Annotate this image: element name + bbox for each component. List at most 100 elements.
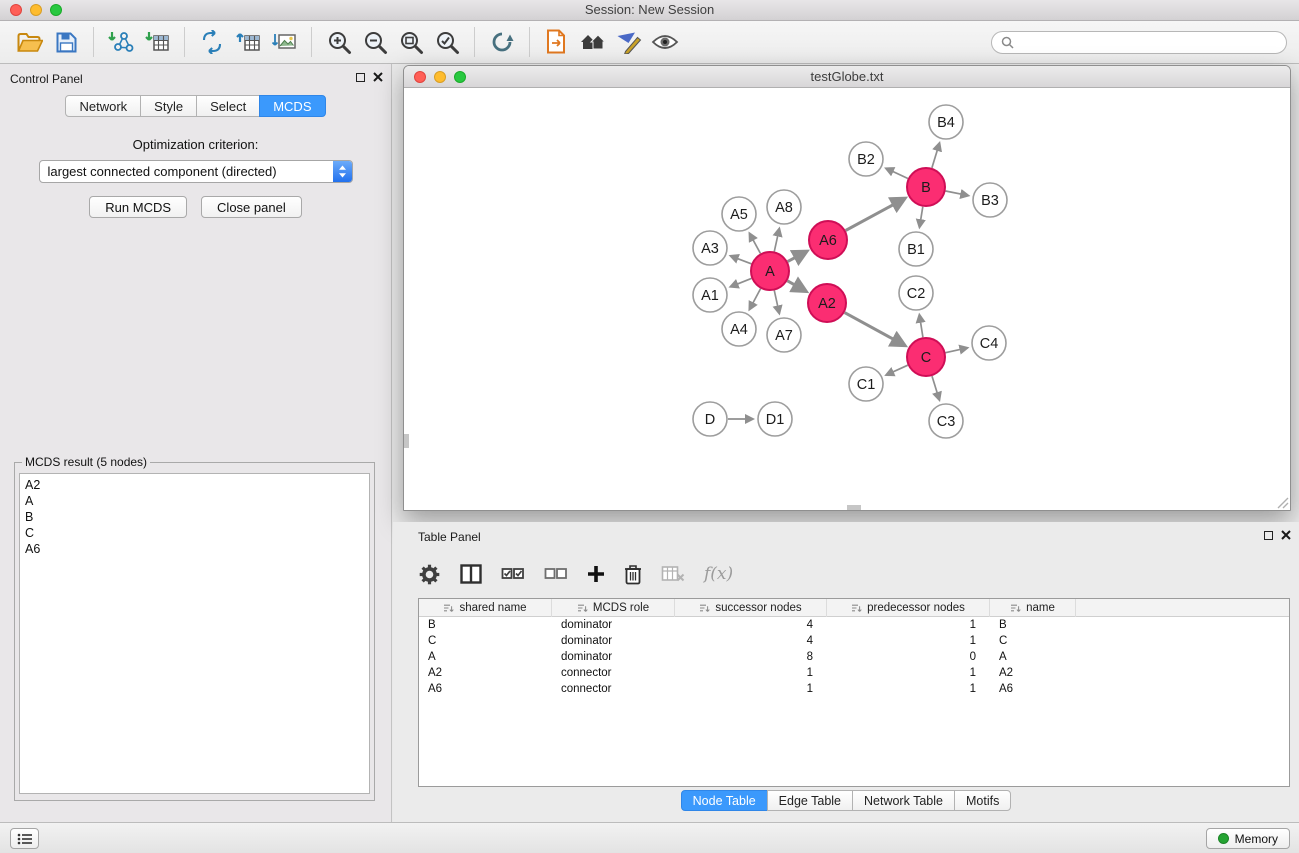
save-session-button[interactable] bbox=[48, 25, 84, 59]
graph-edge-A2-C[interactable] bbox=[845, 313, 905, 346]
graph-node-D1[interactable]: D1 bbox=[758, 402, 792, 436]
table-cell[interactable]: 1 bbox=[827, 633, 990, 649]
float-panel-icon[interactable] bbox=[356, 73, 365, 82]
table-cell[interactable]: C bbox=[419, 633, 552, 649]
graph-node-B3[interactable]: B3 bbox=[973, 183, 1007, 217]
mcds-result-list[interactable]: A2ABCA6 bbox=[19, 473, 370, 794]
table-cell[interactable]: 1 bbox=[827, 681, 990, 697]
table-cell[interactable]: 4 bbox=[675, 617, 827, 633]
graph-node-C1[interactable]: C1 bbox=[849, 367, 883, 401]
tab-mcds[interactable]: MCDS bbox=[259, 95, 325, 117]
table-cell[interactable]: connector bbox=[552, 681, 675, 697]
horizontal-scrollbar-stub[interactable] bbox=[847, 505, 861, 510]
import-network-button[interactable] bbox=[103, 25, 139, 59]
table-cell[interactable]: 1 bbox=[675, 665, 827, 681]
graph-node-C[interactable]: C bbox=[907, 338, 945, 376]
table-row[interactable]: Adominator80A bbox=[419, 649, 1289, 665]
vertical-scrollbar-stub[interactable] bbox=[404, 434, 409, 448]
graph-node-B2[interactable]: B2 bbox=[849, 142, 883, 176]
graph-node-C4[interactable]: C4 bbox=[972, 326, 1006, 360]
function-builder-button[interactable]: f(x) bbox=[704, 559, 733, 589]
graph-edge-A-A8[interactable] bbox=[774, 229, 779, 252]
graph-node-A5[interactable]: A5 bbox=[722, 197, 756, 231]
table-cell[interactable]: B bbox=[990, 617, 1076, 633]
mcds-result-item[interactable]: B bbox=[25, 509, 364, 525]
add-column-button[interactable] bbox=[587, 559, 605, 589]
tab-select[interactable]: Select bbox=[196, 95, 260, 117]
mcds-result-item[interactable]: A bbox=[25, 493, 364, 509]
graph-edge-C-C1[interactable] bbox=[886, 365, 908, 375]
zoom-window-button[interactable] bbox=[50, 4, 62, 16]
close-panel-icon[interactable] bbox=[373, 72, 383, 82]
graph-edge-B-B1[interactable] bbox=[920, 207, 923, 228]
network-window-titlebar[interactable]: testGlobe.txt bbox=[404, 66, 1290, 88]
tab-network-table[interactable]: Network Table bbox=[852, 790, 955, 811]
column-header-mcds-role[interactable]: MCDS role bbox=[552, 599, 675, 617]
close-panel-icon[interactable] bbox=[1281, 530, 1291, 540]
graph-edge-A6-B[interactable] bbox=[846, 198, 905, 230]
table-cell[interactable]: 8 bbox=[675, 649, 827, 665]
column-header-shared-name[interactable]: shared name bbox=[419, 599, 552, 617]
table-cell[interactable]: 0 bbox=[827, 649, 990, 665]
table-cell[interactable]: 1 bbox=[827, 617, 990, 633]
mcds-result-item[interactable]: A2 bbox=[25, 477, 364, 493]
float-panel-icon[interactable] bbox=[1264, 531, 1273, 540]
graph-node-B4[interactable]: B4 bbox=[929, 105, 963, 139]
table-row[interactable]: A2connector11A2 bbox=[419, 665, 1289, 681]
graph-edge-A-A3[interactable] bbox=[731, 256, 752, 264]
graph-edge-C-C4[interactable] bbox=[946, 348, 968, 353]
close-panel-button[interactable]: Close panel bbox=[201, 196, 302, 218]
mcds-result-item[interactable]: A6 bbox=[25, 541, 364, 557]
export-image-button[interactable] bbox=[266, 25, 302, 59]
delete-table-button[interactable] bbox=[661, 559, 685, 589]
table-cell[interactable]: 4 bbox=[675, 633, 827, 649]
table-cell[interactable]: dominator bbox=[552, 649, 675, 665]
table-cell[interactable]: A6 bbox=[419, 681, 552, 697]
close-window-button[interactable] bbox=[10, 4, 22, 16]
graph-edge-A-A6[interactable] bbox=[788, 251, 807, 261]
table-row[interactable]: Bdominator41B bbox=[419, 617, 1289, 633]
graph-edge-A-A7[interactable] bbox=[774, 291, 779, 314]
network-minimize-button[interactable] bbox=[434, 71, 446, 83]
network-zoom-button[interactable] bbox=[454, 71, 466, 83]
memory-button[interactable]: Memory bbox=[1206, 828, 1290, 849]
refresh-view-button[interactable] bbox=[484, 25, 520, 59]
show-hide-panels-button[interactable] bbox=[647, 25, 683, 59]
graph-edge-A-A4[interactable] bbox=[749, 289, 760, 310]
export-table-button[interactable] bbox=[230, 25, 266, 59]
task-history-button[interactable] bbox=[10, 828, 39, 849]
zoom-in-button[interactable] bbox=[321, 25, 357, 59]
graph-node-A6[interactable]: A6 bbox=[809, 221, 847, 259]
graph-edge-A-A2[interactable] bbox=[787, 281, 806, 292]
graph-node-D[interactable]: D bbox=[693, 402, 727, 436]
column-header-successor-nodes[interactable]: successor nodes bbox=[675, 599, 827, 617]
graph-edge-B-B3[interactable] bbox=[946, 191, 969, 196]
table-cell[interactable]: 1 bbox=[827, 665, 990, 681]
graph-edge-B-B2[interactable] bbox=[886, 168, 908, 178]
graph-node-C3[interactable]: C3 bbox=[929, 404, 963, 438]
table-row[interactable]: Cdominator41C bbox=[419, 633, 1289, 649]
table-settings-button[interactable] bbox=[418, 559, 441, 589]
graph-node-B1[interactable]: B1 bbox=[899, 232, 933, 266]
zoom-fit-button[interactable] bbox=[393, 25, 429, 59]
graph-node-A[interactable]: A bbox=[751, 252, 789, 290]
table-row[interactable]: A6connector11A6 bbox=[419, 681, 1289, 697]
tab-network[interactable]: Network bbox=[65, 95, 141, 117]
criterion-dropdown[interactable]: largest connected component (directed) bbox=[39, 160, 353, 183]
resize-grip-icon[interactable] bbox=[1277, 497, 1289, 509]
table-cell[interactable]: B bbox=[419, 617, 552, 633]
select-all-button[interactable] bbox=[501, 559, 525, 589]
table-cell[interactable]: dominator bbox=[552, 633, 675, 649]
annotation-button[interactable] bbox=[611, 25, 647, 59]
mcds-result-item[interactable]: C bbox=[25, 525, 364, 541]
search-input[interactable] bbox=[1019, 35, 1277, 49]
import-table-button[interactable] bbox=[139, 25, 175, 59]
graph-edge-C-C3[interactable] bbox=[932, 376, 939, 400]
delete-column-button[interactable] bbox=[624, 559, 642, 589]
run-mcds-button[interactable]: Run MCDS bbox=[89, 196, 187, 218]
search-box[interactable] bbox=[991, 31, 1287, 54]
tab-node-table[interactable]: Node Table bbox=[681, 790, 768, 811]
table-cell[interactable]: A bbox=[419, 649, 552, 665]
open-file-button[interactable] bbox=[12, 25, 48, 59]
graph-node-A3[interactable]: A3 bbox=[693, 231, 727, 265]
